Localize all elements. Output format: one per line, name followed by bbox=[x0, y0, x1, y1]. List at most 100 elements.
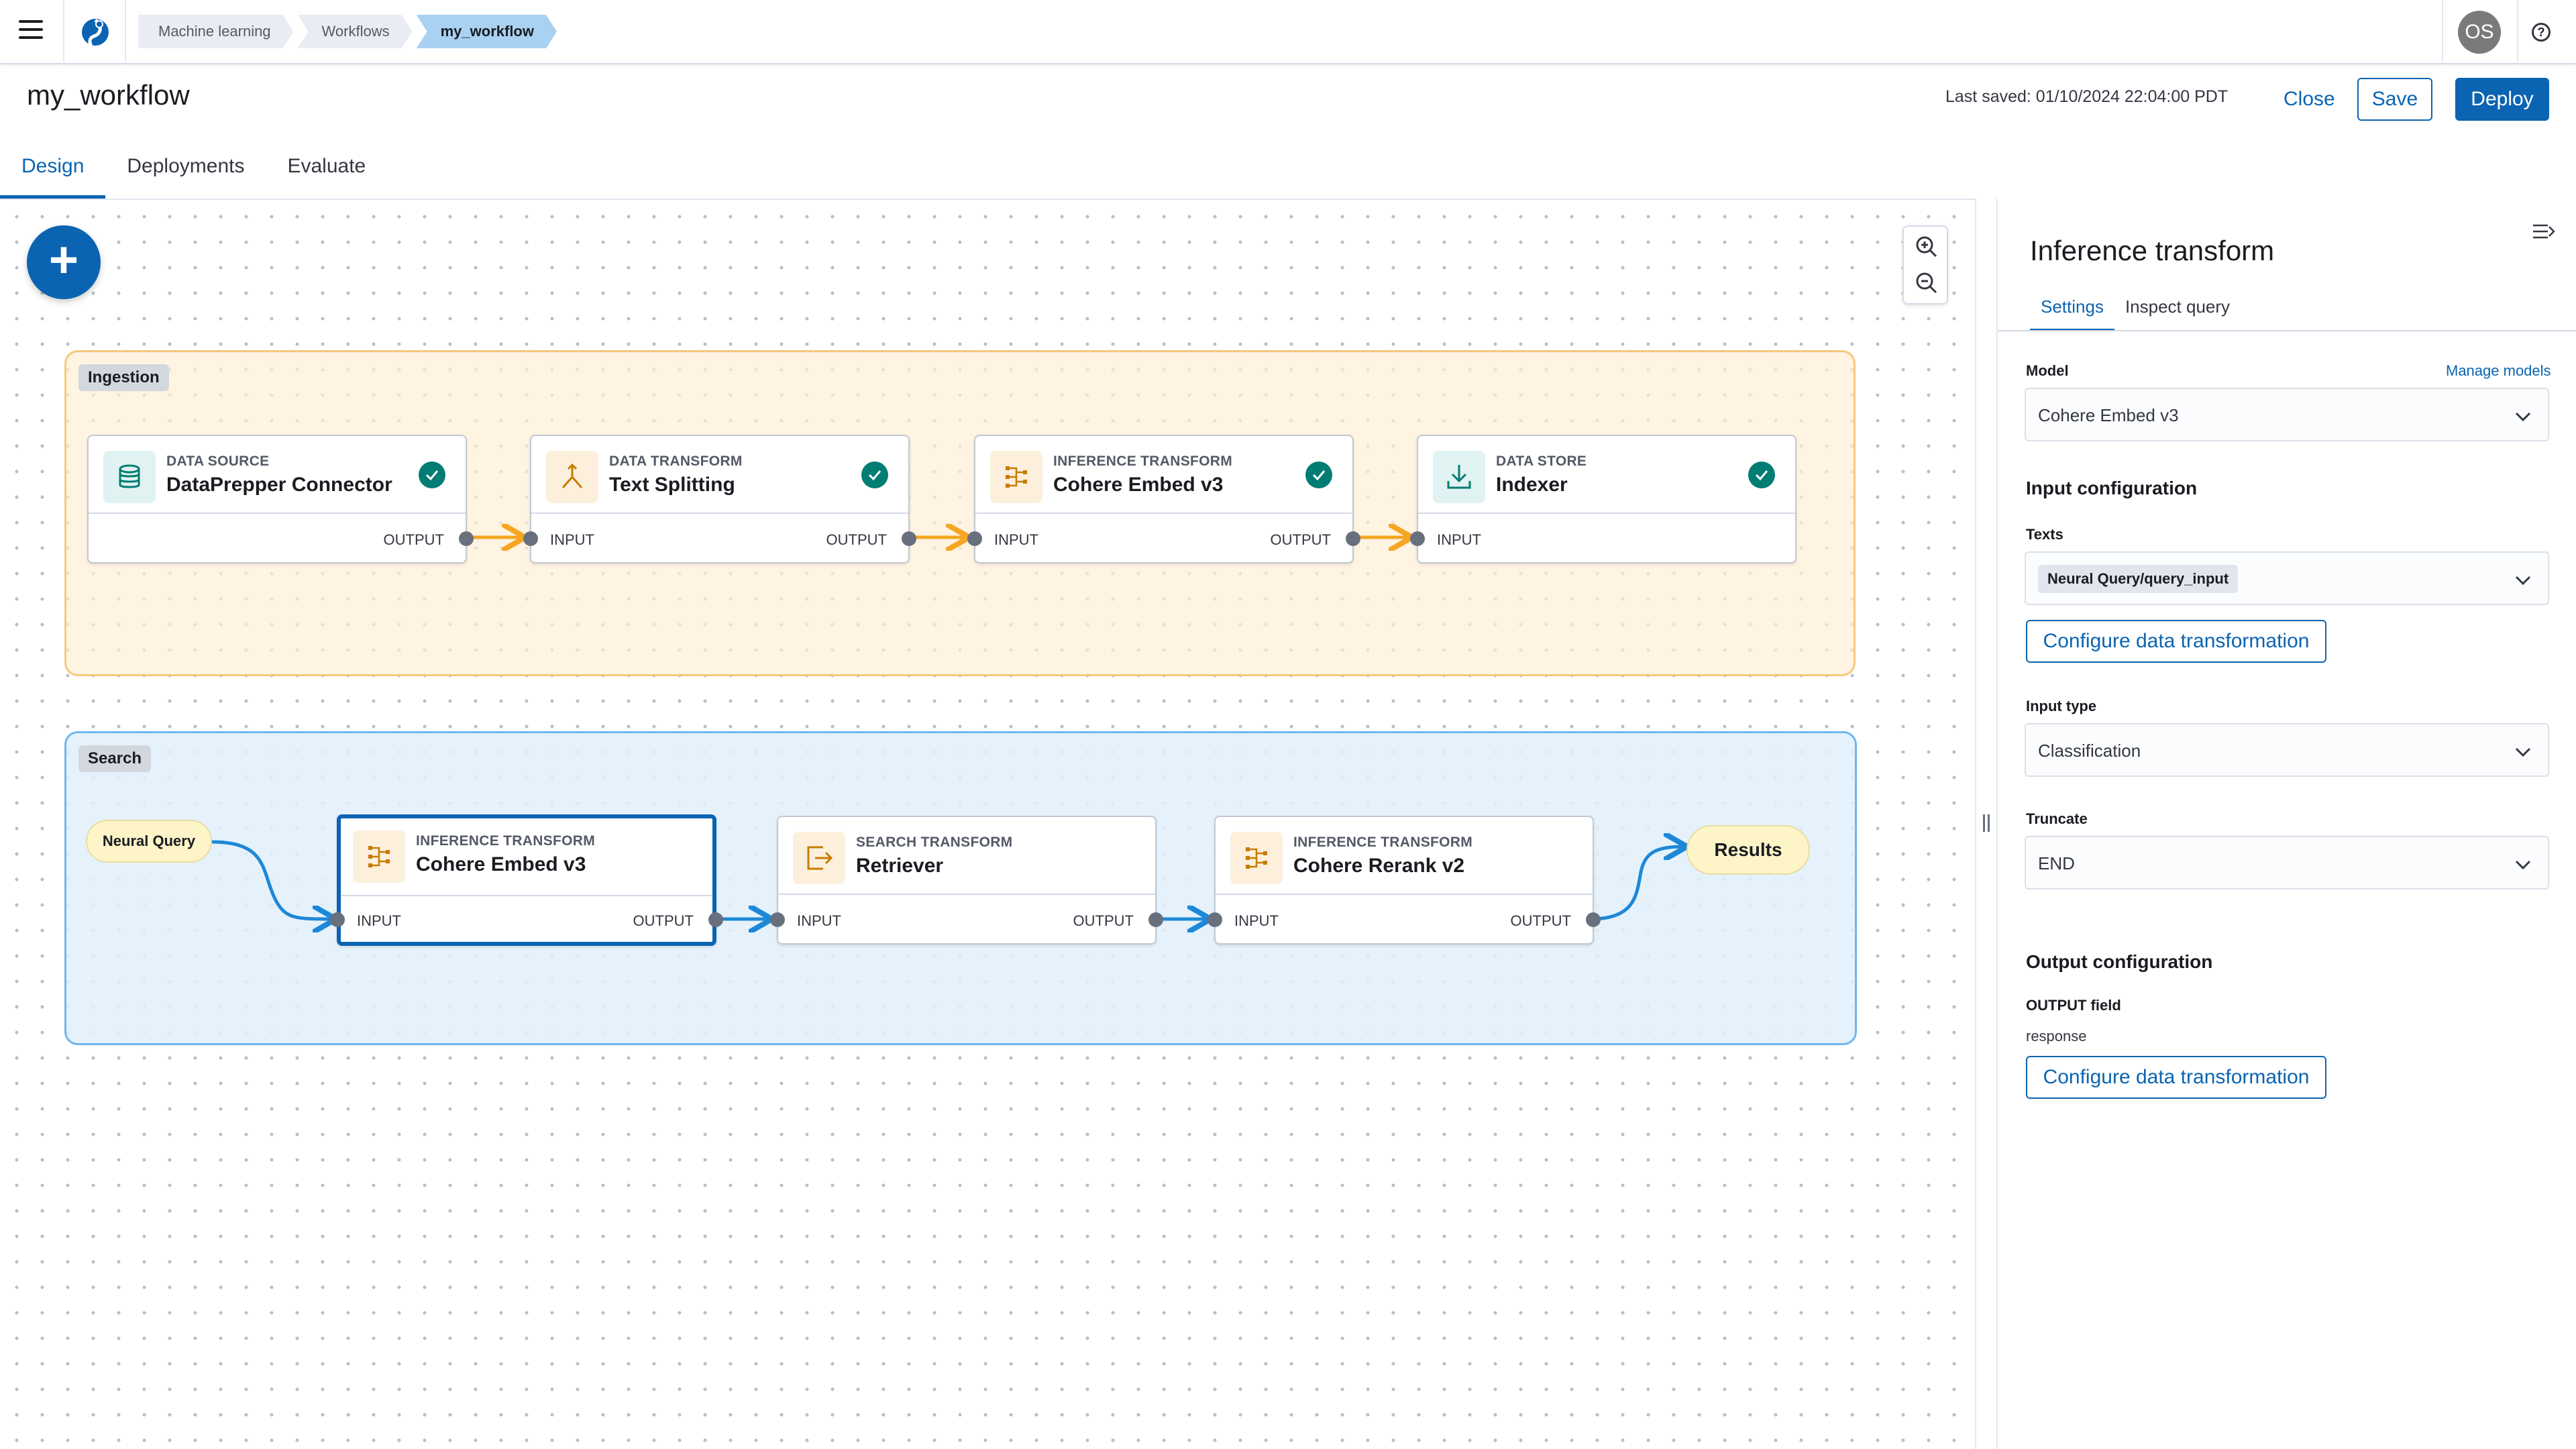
collapse-panel-icon[interactable] bbox=[2532, 221, 2556, 241]
output-port[interactable] bbox=[1346, 531, 1360, 546]
resize-handle[interactable] bbox=[1983, 814, 1990, 832]
node-dataprepper-connector[interactable]: DATA SOURCE DataPrepper Connector OUTPUT bbox=[87, 435, 474, 564]
output-port-label: OUTPUT bbox=[633, 912, 694, 929]
node-header: INFERENCE TRANSFORM Cohere Rerank v2 bbox=[1216, 817, 1593, 895]
input-port-label: INPUT bbox=[550, 531, 594, 548]
output-port-label: OUTPUT bbox=[1270, 531, 1331, 548]
node-name: Cohere Rerank v2 bbox=[1293, 855, 1465, 877]
node-type: INFERENCE TRANSFORM bbox=[1293, 835, 1473, 850]
output-port-label: OUTPUT bbox=[383, 531, 444, 548]
node-name: Cohere Embed v3 bbox=[416, 853, 586, 875]
texts-chip: Neural Query/query_input bbox=[2038, 565, 2239, 593]
group-label-ingestion: Ingestion bbox=[78, 364, 169, 391]
tab-evaluate[interactable]: Evaluate bbox=[266, 146, 387, 199]
node-retriever[interactable]: SEARCH TRANSFORM Retriever INPUT OUTPUT bbox=[770, 816, 1163, 945]
node-header: INFERENCE TRANSFORM Cohere Embed v3 bbox=[975, 436, 1352, 514]
node-type: DATA SOURCE bbox=[166, 453, 270, 469]
node-header: DATA STORE Indexer bbox=[1418, 436, 1795, 514]
output-port[interactable] bbox=[459, 531, 474, 546]
model-label: Model bbox=[2026, 362, 2069, 379]
chevron-down-icon bbox=[2514, 408, 2532, 425]
results-node[interactable]: Results bbox=[1686, 825, 1810, 875]
inference-icon bbox=[1230, 832, 1283, 884]
model-select[interactable]: Cohere Embed v3 bbox=[2025, 388, 2549, 441]
check-circle-icon bbox=[1748, 462, 1775, 488]
check-circle-icon bbox=[861, 462, 888, 488]
menu-icon[interactable] bbox=[19, 20, 43, 44]
input-port[interactable] bbox=[1208, 912, 1222, 927]
node-header: SEARCH TRANSFORM Retriever bbox=[778, 817, 1155, 895]
texts-label: Texts bbox=[2026, 526, 2063, 543]
node-text-splitting[interactable]: DATA TRANSFORM Text Splitting INPUT OUTP… bbox=[523, 435, 916, 564]
input-port[interactable] bbox=[523, 531, 538, 546]
last-saved-text: Last saved: 01/10/2024 22:04:00 PDT bbox=[1945, 87, 2229, 106]
database-icon bbox=[103, 451, 156, 503]
input-type-select[interactable]: Classification bbox=[2025, 723, 2549, 777]
neural-query-node[interactable]: Neural Query bbox=[86, 820, 212, 863]
page-tabs: Design Deployments Evaluate bbox=[0, 146, 387, 199]
panel-title: Inference transform bbox=[2030, 235, 2275, 266]
download-icon bbox=[1433, 451, 1485, 503]
node-name: Text Splitting bbox=[609, 474, 735, 496]
nav-divider bbox=[125, 0, 126, 64]
panel-divider bbox=[1998, 330, 2576, 331]
inference-icon bbox=[353, 830, 405, 883]
panel-tabs: Settings Inspect query bbox=[2030, 291, 2241, 331]
output-field-label: OUTPUT field bbox=[2026, 997, 2121, 1014]
texts-select[interactable]: Neural Query/query_input bbox=[2025, 551, 2549, 605]
node-type: SEARCH TRANSFORM bbox=[856, 835, 1013, 850]
node-cohere-embed-ingestion[interactable]: INFERENCE TRANSFORM Cohere Embed v3 INPU… bbox=[967, 435, 1360, 564]
check-circle-icon bbox=[1305, 462, 1332, 488]
save-button[interactable]: Save bbox=[2357, 78, 2432, 121]
deploy-button[interactable]: Deploy bbox=[2455, 78, 2549, 121]
truncate-select[interactable]: END bbox=[2025, 836, 2549, 890]
tab-deployments[interactable]: Deployments bbox=[105, 146, 266, 199]
input-type-label: Input type bbox=[2026, 698, 2097, 714]
node-name: Retriever bbox=[856, 855, 944, 877]
zoom-out-icon[interactable] bbox=[1913, 270, 1940, 297]
input-port[interactable] bbox=[770, 912, 785, 927]
nav-divider bbox=[63, 0, 64, 64]
page-title: my_workflow bbox=[27, 79, 190, 111]
node-type: INFERENCE TRANSFORM bbox=[416, 833, 596, 849]
avatar[interactable]: OS bbox=[2458, 11, 2501, 54]
zoom-in-icon[interactable] bbox=[1913, 233, 1940, 260]
nav-divider bbox=[2517, 0, 2518, 64]
help-icon[interactable]: ? bbox=[2532, 23, 2551, 42]
input-port[interactable] bbox=[1410, 531, 1425, 546]
tab-inspect-query[interactable]: Inspect query bbox=[2114, 291, 2241, 331]
add-component-button[interactable]: + bbox=[27, 225, 101, 299]
input-port[interactable] bbox=[967, 531, 982, 546]
input-port-label: INPUT bbox=[797, 912, 841, 929]
output-port-label: OUTPUT bbox=[1510, 912, 1571, 929]
chevron-down-icon bbox=[2514, 856, 2532, 873]
breadcrumb-machine-learning[interactable]: Machine learning bbox=[138, 15, 294, 48]
node-indexer[interactable]: DATA STORE Indexer INPUT bbox=[1410, 435, 1796, 564]
group-label-search: Search bbox=[78, 745, 152, 772]
output-config-heading: Output configuration bbox=[2026, 951, 2213, 972]
node-type: DATA STORE bbox=[1496, 453, 1587, 469]
truncate-label: Truncate bbox=[2026, 810, 2088, 827]
input-port[interactable] bbox=[330, 912, 345, 927]
output-port[interactable] bbox=[1148, 912, 1163, 927]
tab-design[interactable]: Design bbox=[0, 146, 106, 199]
output-port[interactable] bbox=[708, 912, 723, 927]
output-port[interactable] bbox=[1586, 912, 1601, 927]
output-port-label: OUTPUT bbox=[1073, 912, 1134, 929]
model-select-value: Cohere Embed v3 bbox=[2038, 405, 2179, 425]
node-cohere-rerank[interactable]: INFERENCE TRANSFORM Cohere Rerank v2 INP… bbox=[1208, 816, 1601, 945]
node-name: Cohere Embed v3 bbox=[1053, 474, 1224, 496]
tab-settings[interactable]: Settings bbox=[2030, 291, 2114, 331]
close-button[interactable]: Close bbox=[2273, 78, 2346, 121]
configure-output-transformation-button[interactable]: Configure data transformation bbox=[2026, 1056, 2326, 1099]
logo-icon[interactable] bbox=[79, 16, 111, 48]
configure-input-transformation-button[interactable]: Configure data transformation bbox=[2026, 620, 2326, 663]
node-type: INFERENCE TRANSFORM bbox=[1053, 453, 1233, 469]
chevron-down-icon bbox=[2514, 572, 2532, 589]
output-port[interactable] bbox=[902, 531, 916, 546]
inference-icon bbox=[990, 451, 1042, 503]
breadcrumb-workflows[interactable]: Workflows bbox=[298, 15, 413, 48]
manage-models-link[interactable]: Manage models bbox=[2446, 362, 2551, 380]
node-cohere-embed-search[interactable]: INFERENCE TRANSFORM Cohere Embed v3 INPU… bbox=[330, 814, 723, 946]
input-port-label: INPUT bbox=[994, 531, 1038, 548]
